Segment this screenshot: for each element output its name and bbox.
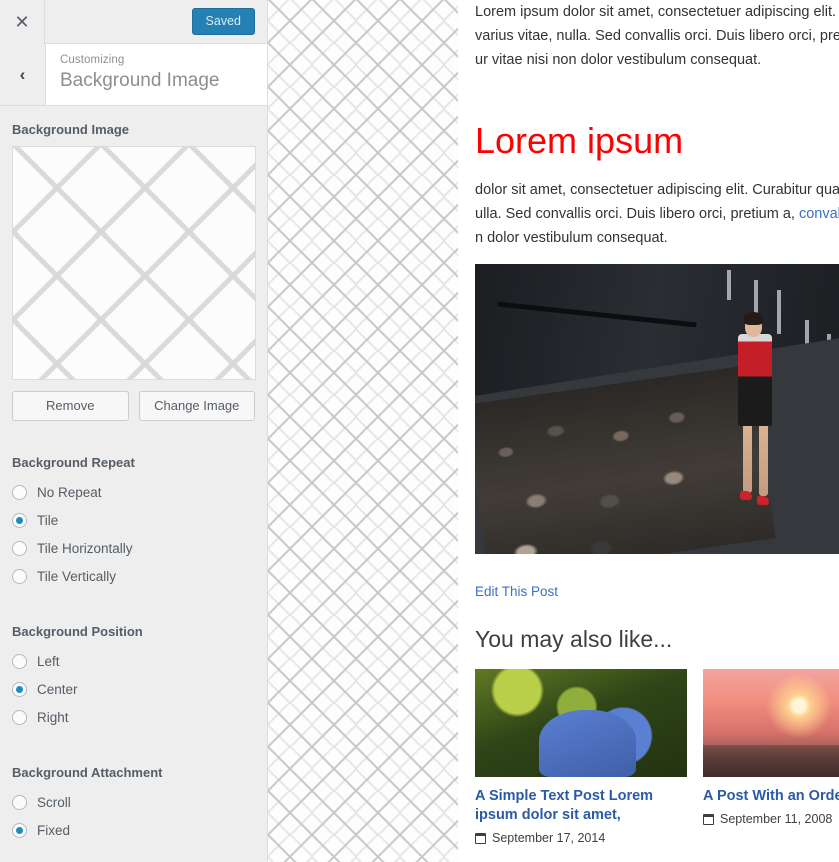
radio-icon[interactable] <box>12 484 27 500</box>
paragraph-line: varius vitae, nulla. Sed convallis orci.… <box>475 28 839 44</box>
paragraph-line: ur vitae nisi non dolor vestibulum conse… <box>475 52 762 68</box>
paragraph-line: Lorem ipsum dolor sit amet, consectetuer… <box>475 4 839 20</box>
photo-model-leg <box>759 422 768 496</box>
radio-icon-selected[interactable] <box>12 681 27 697</box>
radio-icon-selected[interactable] <box>12 512 27 528</box>
related-posts-grid: A Simple Text Post Lorem ipsum dolor sit… <box>475 669 839 845</box>
section-background-attachment: Background Attachment Scroll Fixed <box>12 765 255 844</box>
date-text: September 17, 2014 <box>492 831 606 845</box>
body-paragraph: dolor sit amet, consectetuer adipiscing … <box>475 178 839 250</box>
background-image-label: Background Image <box>12 122 130 137</box>
photo-light <box>727 270 731 300</box>
panel-title-group: Customizing Background Image <box>45 44 267 105</box>
related-post-title[interactable]: A Simple Text Post Lorem ipsum dolor sit… <box>475 787 687 825</box>
radio-option-fixed[interactable]: Fixed <box>12 816 255 844</box>
calendar-icon <box>475 832 486 844</box>
radio-icon[interactable] <box>12 709 27 725</box>
featured-image <box>475 264 839 554</box>
page-title: Background Image <box>60 70 220 91</box>
section-title: Background Position <box>12 624 143 639</box>
radio-option-center[interactable]: Center <box>12 675 255 703</box>
related-post-thumbnail[interactable] <box>703 669 839 777</box>
section-background-position: Background Position Left Center Right <box>12 624 255 731</box>
image-action-buttons: Remove Change Image <box>12 391 255 421</box>
intro-paragraph: Lorem ipsum dolor sit amet, consectetuer… <box>475 0 839 72</box>
radio-icon[interactable] <box>12 653 27 669</box>
paragraph-text: ulla. Sed convallis orci. Duis libero or… <box>475 206 799 222</box>
photo-light <box>777 290 781 334</box>
radio-option-tile-vertically[interactable]: Tile Vertically <box>12 562 255 590</box>
customizer-topbar: ✕ Saved <box>0 0 267 44</box>
radio-label: Tile Vertically <box>37 568 117 584</box>
related-post-thumbnail[interactable] <box>475 669 687 777</box>
post-heading: Lorem ipsum <box>475 120 684 161</box>
radio-icon-selected[interactable] <box>12 822 27 838</box>
related-posts-heading: You may also like... <box>475 626 673 652</box>
radio-label: Center <box>37 681 78 697</box>
paragraph-line: dolor sit amet, consectetuer adipiscing … <box>475 182 839 198</box>
radio-label: Scroll <box>37 794 71 810</box>
section-title: Background Attachment <box>12 765 163 780</box>
section-title: Background Repeat <box>12 455 135 470</box>
photo-model-dress <box>738 334 772 426</box>
related-post-card[interactable]: A Simple Text Post Lorem ipsum dolor sit… <box>475 669 687 845</box>
change-image-button[interactable]: Change Image <box>138 391 255 421</box>
radio-option-left[interactable]: Left <box>12 647 255 675</box>
radio-label: Right <box>37 709 69 725</box>
radio-option-tile[interactable]: Tile <box>12 506 255 534</box>
radio-label: Fixed <box>37 822 71 838</box>
radio-label: Tile Horizontally <box>37 540 133 556</box>
panel-subtitle: Customizing <box>60 54 125 66</box>
customizer-screen: ✕ Saved ‹ Customizing Background Image B… <box>0 0 839 862</box>
radio-option-right[interactable]: Right <box>12 703 255 731</box>
radio-option-scroll[interactable]: Scroll <box>12 788 255 816</box>
radio-option-tile-horizontally[interactable]: Tile Horizontally <box>12 534 255 562</box>
chevron-left-icon[interactable]: ‹ <box>0 44 45 105</box>
radio-icon[interactable] <box>12 540 27 556</box>
related-post-date: September 11, 2008 <box>703 812 839 826</box>
related-post-date: September 17, 2014 <box>475 831 687 845</box>
section-background-repeat: Background Repeat No Repeat Tile Tile Ho… <box>12 455 255 590</box>
photo-model-hair <box>744 312 763 325</box>
customizer-controls: Background Image Remove Change Image Bac… <box>0 106 267 844</box>
radio-label: Tile <box>37 512 59 528</box>
radio-option-no-repeat[interactable]: No Repeat <box>12 478 255 506</box>
background-image-thumbnail[interactable] <box>12 146 256 380</box>
photo-model-leg <box>743 419 752 493</box>
radio-icon[interactable] <box>12 794 27 810</box>
date-text: September 11, 2008 <box>720 812 833 826</box>
save-button[interactable]: Saved <box>191 8 255 35</box>
close-icon[interactable]: ✕ <box>0 0 45 44</box>
paragraph-line: n dolor vestibulum consequat. <box>475 230 668 246</box>
related-post-title[interactable]: A Post With an Ordered <box>703 787 839 806</box>
remove-button[interactable]: Remove <box>12 391 129 421</box>
customizer-panel-header: ‹ Customizing Background Image <box>0 44 267 106</box>
photo-model-shoe <box>757 496 769 505</box>
customizer-sidebar: ✕ Saved ‹ Customizing Background Image B… <box>0 0 268 862</box>
paragraph-line: ulla. Sed convallis orci. Duis libero or… <box>475 202 839 226</box>
inline-link[interactable]: convallis qu <box>799 206 839 222</box>
radio-label: Left <box>37 653 60 669</box>
theme-preview-frame[interactable]: Lorem ipsum dolor sit amet, consectetuer… <box>458 0 839 862</box>
photo-model-shoe <box>740 491 752 500</box>
radio-icon[interactable] <box>12 568 27 584</box>
related-post-card[interactable]: A Post With an Ordered September 11, 200… <box>703 669 839 845</box>
calendar-icon <box>703 813 714 825</box>
radio-label: No Repeat <box>37 484 102 500</box>
edit-post-link[interactable]: Edit This Post <box>475 584 839 599</box>
